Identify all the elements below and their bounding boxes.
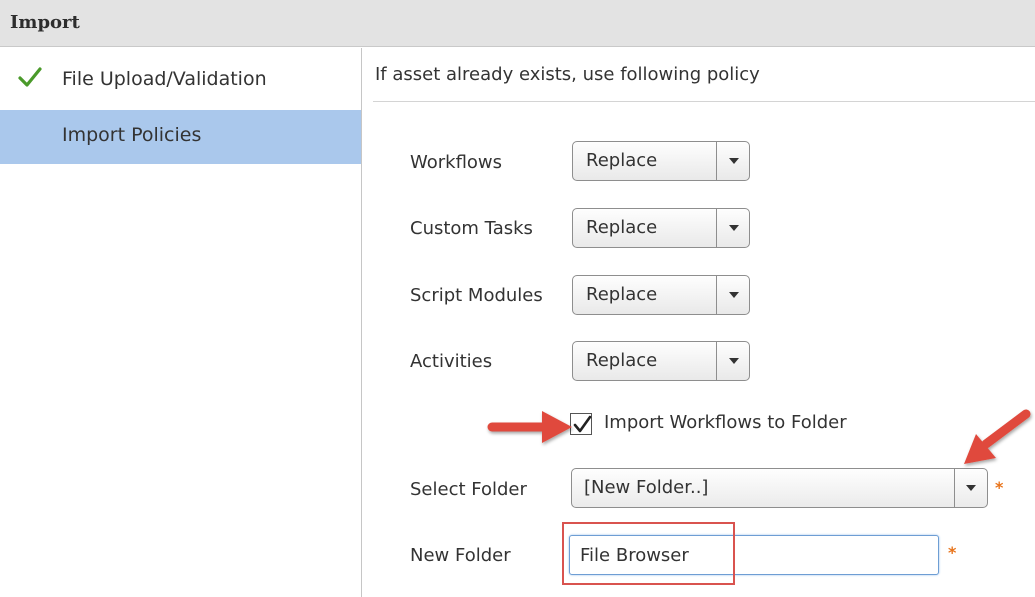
wizard-steps-sidebar: File Upload/Validation Import Policies bbox=[0, 48, 362, 597]
import-policies-panel: If asset already exists, use following p… bbox=[363, 48, 1035, 597]
workflows-label: Workflows bbox=[410, 152, 503, 173]
chevron-down-icon bbox=[729, 225, 739, 231]
required-indicator: * bbox=[995, 478, 1004, 497]
checkmark-icon bbox=[573, 415, 592, 433]
dropdown-button[interactable] bbox=[954, 469, 987, 507]
dropdown-button[interactable] bbox=[716, 142, 749, 180]
custom-tasks-policy-select[interactable]: Replace bbox=[572, 208, 750, 248]
step-label: Import Policies bbox=[62, 124, 202, 146]
select-value: Replace bbox=[586, 284, 658, 305]
title-bar: Import bbox=[0, 0, 1035, 47]
chevron-down-icon bbox=[729, 358, 739, 364]
select-folder-label: Select Folder bbox=[410, 479, 527, 500]
step-import-policies[interactable]: Import Policies bbox=[0, 110, 361, 164]
dropdown-button[interactable] bbox=[716, 209, 749, 247]
new-folder-input[interactable] bbox=[569, 535, 939, 575]
step-file-upload-validation[interactable]: File Upload/Validation bbox=[0, 52, 361, 106]
divider bbox=[373, 101, 1035, 102]
select-value: Replace bbox=[586, 150, 658, 171]
required-indicator: * bbox=[948, 543, 957, 562]
activities-label: Activities bbox=[410, 351, 493, 372]
workflows-policy-select[interactable]: Replace bbox=[572, 141, 750, 181]
select-folder-dropdown[interactable]: [New Folder..] bbox=[571, 468, 988, 508]
step-label: File Upload/Validation bbox=[62, 68, 267, 90]
import-to-folder-checkbox[interactable] bbox=[570, 413, 592, 435]
select-value: Replace bbox=[586, 350, 658, 371]
checkmark-icon bbox=[18, 67, 42, 87]
activities-policy-select[interactable]: Replace bbox=[572, 341, 750, 381]
select-value: [New Folder..] bbox=[584, 477, 709, 498]
custom-tasks-label: Custom Tasks bbox=[410, 218, 533, 239]
chevron-down-icon bbox=[729, 158, 739, 164]
select-value: Replace bbox=[586, 217, 658, 238]
dropdown-button[interactable] bbox=[716, 342, 749, 380]
new-folder-label: New Folder bbox=[410, 545, 511, 566]
window-title: Import bbox=[10, 12, 80, 33]
dropdown-button[interactable] bbox=[716, 276, 749, 314]
script-modules-policy-select[interactable]: Replace bbox=[572, 275, 750, 315]
script-modules-label: Script Modules bbox=[410, 285, 543, 306]
import-to-folder-label: Import Workflows to Folder bbox=[604, 412, 847, 433]
policy-header: If asset already exists, use following p… bbox=[375, 64, 760, 85]
chevron-down-icon bbox=[966, 485, 976, 491]
chevron-down-icon bbox=[729, 292, 739, 298]
